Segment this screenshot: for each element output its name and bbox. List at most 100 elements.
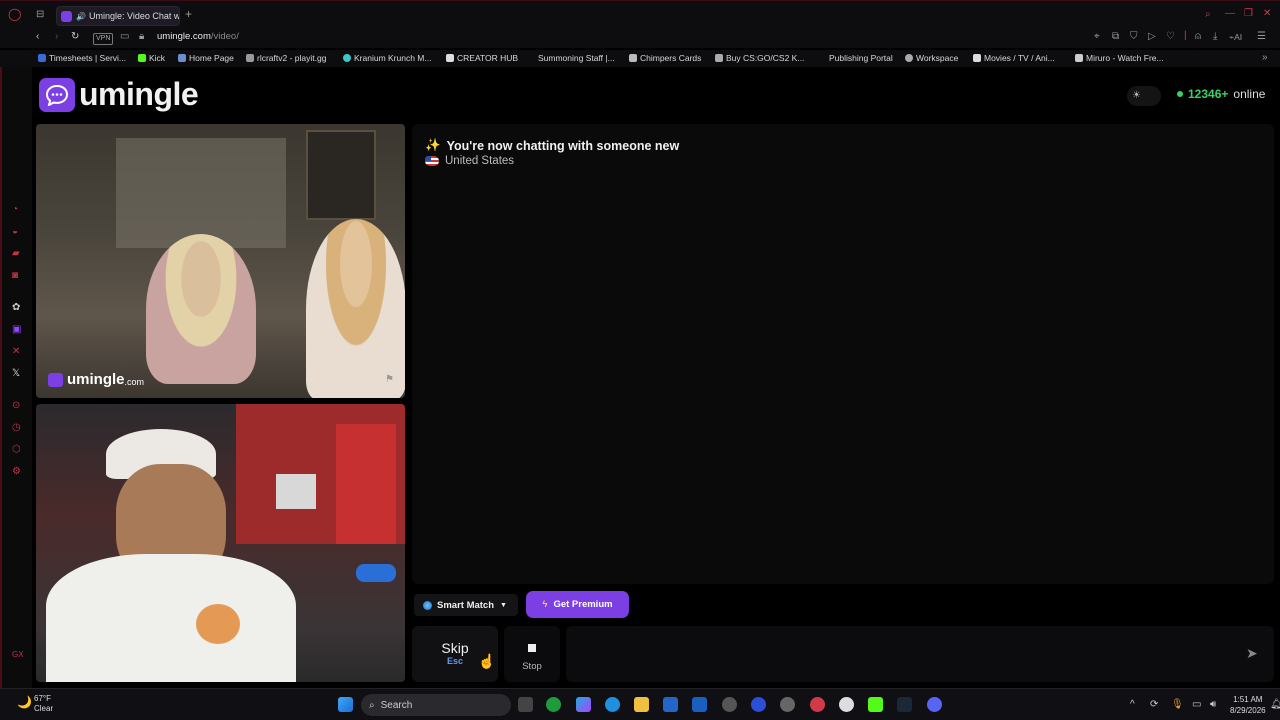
theme-toggle[interactable]: ☀ <box>1127 86 1161 106</box>
logo-badge[interactable] <box>39 78 75 112</box>
search-label: Search <box>380 699 413 711</box>
forward-icon[interactable]: › <box>55 32 58 42</box>
browser-tab[interactable]: 🔊 Umingle: Video Chat wi <box>56 6 180 26</box>
taskbar-search[interactable]: ⌕ Search <box>361 694 511 716</box>
back-icon[interactable]: ‹ <box>36 32 39 42</box>
taskbar-clock[interactable]: 1:51 AM 8/29/2026 <box>1230 694 1266 716</box>
opera-logo-icon[interactable]: ◯ <box>8 8 21 20</box>
discord-icon[interactable] <box>927 697 942 712</box>
smart-match-label: Smart Match <box>437 599 495 611</box>
video-watermark: umingle .com <box>48 371 144 388</box>
bookmark-item[interactable]: CREATOR HUB <box>446 53 518 63</box>
tray-app-icon[interactable]: ⟳ <box>1150 700 1158 710</box>
play-icon[interactable]: ▷ <box>1148 32 1156 42</box>
send-icon[interactable]: ➤ <box>1246 645 1258 662</box>
store-icon[interactable] <box>663 697 678 712</box>
bookmark-item[interactable]: Workspace <box>905 53 958 63</box>
display-icon[interactable]: ▭ <box>1192 700 1201 710</box>
url-field[interactable]: umingle.com/video/ <box>157 31 239 42</box>
chevron-up-icon[interactable]: ^ <box>1130 700 1135 710</box>
browser-menu-icon[interactable]: ☰ <box>1257 32 1266 42</box>
openai-icon[interactable] <box>780 697 795 712</box>
volume-icon[interactable]: 🔊︎ <box>1210 700 1216 710</box>
messenger-icon[interactable]: ◒ <box>12 226 18 237</box>
chat-status-text: You're now chatting with someone new <box>446 138 680 153</box>
get-premium-button[interactable]: ϟ Get Premium <box>526 591 629 618</box>
weather-icon[interactable]: 🌙 <box>17 695 32 709</box>
gx-icon[interactable]: GX <box>12 650 24 659</box>
obs-icon[interactable] <box>839 697 854 712</box>
task-view-icon[interactable] <box>518 697 533 712</box>
pin-icon[interactable]: ⌖ <box>1094 32 1100 42</box>
more-bookmarks-icon[interactable]: » <box>1262 53 1268 63</box>
bookmark-item[interactable]: Kick <box>138 53 165 63</box>
kick-icon <box>138 54 146 62</box>
outlook-icon[interactable] <box>692 697 707 712</box>
x-icon[interactable]: 𝕏 <box>12 368 20 379</box>
smart-match-dropdown[interactable]: Smart Match ▼ <box>414 594 518 616</box>
search-tabs-icon[interactable]: ⌕ <box>1205 10 1211 20</box>
windows-start-icon[interactable] <box>338 697 353 712</box>
player-icon[interactable]: ▰ <box>12 248 20 259</box>
sidebar-app-icon[interactable]: ✕ <box>12 346 20 357</box>
microphone-icon[interactable]: 🎙︎ <box>1171 700 1184 710</box>
premium-label: Get Premium <box>553 599 613 610</box>
chevron-down-icon: ▼ <box>500 601 507 609</box>
camera-icon[interactable]: ▭ <box>120 32 129 42</box>
steam-icon[interactable] <box>897 697 912 712</box>
tab-menu-icon[interactable]: ⊟ <box>36 10 44 20</box>
clock-icon[interactable]: ◷ <box>12 422 21 433</box>
us-flag-icon <box>425 156 439 166</box>
bookmark-label: Kick <box>149 53 166 63</box>
weather-widget[interactable]: 67°F Clear <box>34 694 53 714</box>
stop-button[interactable]: Stop <box>504 626 560 682</box>
history-icon[interactable]: ⊙ <box>12 400 20 411</box>
ai-label: AI <box>1234 32 1243 42</box>
chrome-icon[interactable] <box>722 697 737 712</box>
search-icon: ⌕ <box>369 699 375 711</box>
reload-icon[interactable]: ↻ <box>71 32 79 42</box>
restore-icon[interactable]: ❐ <box>1244 9 1253 19</box>
heart-icon[interactable]: ♡ <box>1166 32 1175 42</box>
kick-app-icon[interactable] <box>868 697 883 712</box>
notifications-icon[interactable]: 🔔︎ <box>1270 700 1280 710</box>
profile-icon[interactable]: ⍝ <box>1195 32 1201 42</box>
vpn-badge[interactable]: VPN <box>93 33 114 45</box>
twitch-icon[interactable]: ▣ <box>12 324 21 335</box>
xbox-icon[interactable] <box>546 697 561 712</box>
workspace-icon[interactable]: ◙ <box>12 270 18 281</box>
edge-icon[interactable] <box>605 697 620 712</box>
new-tab-icon[interactable]: + <box>185 8 192 20</box>
bookmark-item[interactable]: Home Page <box>178 53 234 63</box>
bookmark-item[interactable]: Chimpers Cards <box>629 53 701 63</box>
ea-icon[interactable] <box>751 697 766 712</box>
bookmark-item[interactable]: Buy CS:GO/CS2 K... <box>715 53 804 63</box>
close-window-icon[interactable]: ✕ <box>1263 9 1271 19</box>
bookmark-item[interactable]: Publishing Portal <box>829 53 893 63</box>
snapshot-icon[interactable]: ⧉ <box>1112 32 1119 42</box>
settings-icon[interactable]: ⚙ <box>12 466 21 477</box>
opera-gx-icon[interactable] <box>810 697 825 712</box>
minimize-icon[interactable]: — <box>1225 9 1235 19</box>
copilot-icon[interactable] <box>576 697 591 712</box>
report-flag-icon[interactable]: ⚑ <box>385 374 394 385</box>
bookmark-item[interactable]: rlcraftv2 - playit.gg <box>246 53 326 63</box>
aria-icon[interactable]: ◔ <box>12 204 18 215</box>
ai-button[interactable]: ⌁AI <box>1229 32 1242 42</box>
shield-icon[interactable]: ⛉ <box>1130 32 1138 42</box>
bookmark-item[interactable]: Timesheets | Servi... <box>38 53 126 63</box>
bookmark-item[interactable]: Miruro - Watch Fre... <box>1075 53 1164 63</box>
bookmark-icon <box>973 54 981 62</box>
file-explorer-icon[interactable] <box>634 697 649 712</box>
background-controller <box>356 564 396 582</box>
chatgpt-icon[interactable]: ✿ <box>12 302 20 313</box>
download-icon[interactable]: ⤓ <box>1213 32 1217 42</box>
bookmark-item[interactable]: Summoning Staff |... <box>538 53 615 63</box>
extensions-icon[interactable]: ⬡ <box>12 444 21 455</box>
bookmark-item[interactable]: Kranium Krunch M... <box>343 53 431 63</box>
stop-icon <box>528 644 536 652</box>
logo-text[interactable]: umingle <box>79 76 199 113</box>
bookmark-icon <box>446 54 454 62</box>
message-input[interactable] <box>566 626 1274 682</box>
bookmark-item[interactable]: Movies / TV / Ani... <box>973 53 1055 63</box>
